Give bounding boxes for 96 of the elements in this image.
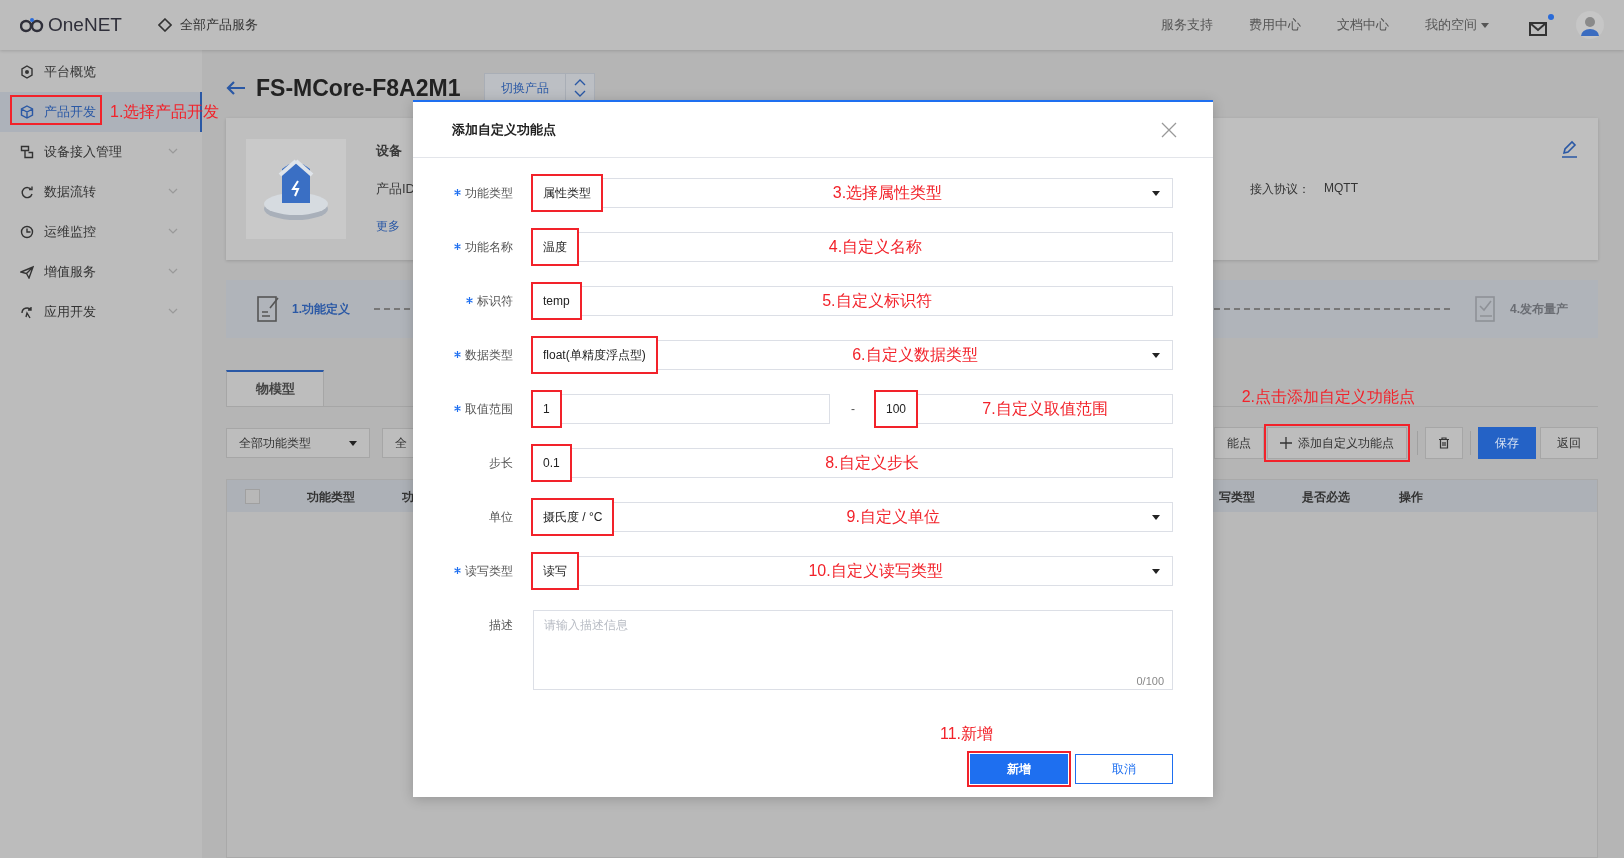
highlighted-value: temp <box>531 282 582 320</box>
filter-dropdown[interactable]: 全部功能类型 <box>226 428 370 458</box>
column-header: 功能类型 <box>307 489 355 506</box>
trash-icon <box>1438 437 1450 449</box>
sidebar-item[interactable]: 设备接入管理 <box>0 132 202 172</box>
required-asterisk-icon <box>454 567 461 574</box>
plus-icon <box>1280 437 1292 449</box>
caret-icon <box>1152 569 1160 574</box>
clock-icon <box>20 225 34 239</box>
annotation-text: 2.点击添加自定义功能点 <box>1241 387 1415 407</box>
highlighted-value: 属性类型 <box>531 174 603 212</box>
step-label: 1.功能定义 <box>292 300 350 318</box>
highlighted-value: 温度 <box>531 228 579 266</box>
annotation-text: 7.自定义取值范围 <box>982 398 1108 419</box>
caret-icon <box>349 440 357 446</box>
field-label: 取值范围 <box>454 402 513 416</box>
rotate-icon <box>20 305 34 319</box>
highlighted-value: float(单精度浮点型) <box>531 336 658 374</box>
close-icon[interactable] <box>1161 121 1177 138</box>
hexagon-icon <box>20 65 34 79</box>
logo[interactable]: OneNET <box>20 14 122 36</box>
annotation-text: 10.自定义读写类型 <box>808 560 943 581</box>
field-label: 单位 <box>489 510 513 524</box>
checkbox[interactable] <box>245 489 260 504</box>
highlighted-value: 1 <box>531 390 562 428</box>
nav-link[interactable]: 费用中心 <box>1249 16 1301 34</box>
tab[interactable]: 物模型 <box>226 370 324 406</box>
required-asterisk-icon <box>466 297 473 304</box>
required-asterisk-icon <box>454 243 461 250</box>
cancel-button[interactable]: 取消 <box>1075 754 1173 784</box>
avatar-icon[interactable] <box>1576 11 1604 39</box>
field-label: 读写类型 <box>454 564 513 578</box>
required-asterisk-icon <box>454 189 461 196</box>
paper-plane-icon <box>20 265 34 279</box>
highlighted-value: 100 <box>874 390 919 428</box>
dialog-title: 添加自定义功能点 <box>452 120 556 139</box>
annotation-text: 4.自定义名称 <box>828 236 923 257</box>
column-header: 功 <box>402 489 414 506</box>
field-label: 数据类型 <box>454 348 513 362</box>
annotation-text: 3.选择属性类型 <box>832 182 943 203</box>
nav-link[interactable]: 文档中心 <box>1337 16 1389 34</box>
protocol-label: 接入协议： <box>1250 180 1310 198</box>
field-label: 功能名称 <box>454 240 513 254</box>
sidebar-item[interactable]: 数据流转 <box>0 172 202 212</box>
caret-icon <box>1152 191 1160 196</box>
field-label: 描述 <box>489 618 513 632</box>
save-button[interactable]: 保存 <box>1478 427 1536 459</box>
confirm-button[interactable]: 新增 <box>970 754 1068 784</box>
sidebar-item[interactable]: 平台概览 <box>0 52 202 92</box>
toolbar-button[interactable]: 能点 <box>1214 427 1264 459</box>
sidebar-item[interactable]: 增值服务 <box>0 252 202 292</box>
range-separator: - <box>850 402 856 416</box>
mail-icon[interactable] <box>1529 14 1554 36</box>
placeholder-text: 请输入描述信息 <box>544 618 628 632</box>
pencil-icon[interactable] <box>1560 140 1578 158</box>
diamond-icon <box>157 18 172 32</box>
nav-link[interactable]: 服务支持 <box>1161 16 1213 34</box>
window-icon <box>20 145 34 159</box>
field-label: 步长 <box>489 456 513 470</box>
column-header: 操作 <box>1399 489 1423 506</box>
annotation-text: 6.自定义数据类型 <box>852 344 978 365</box>
annotation-text: 8.自定义步长 <box>825 452 919 473</box>
annotation-text: 11.新增 <box>939 724 993 744</box>
sidebar-item[interactable]: 应用开发 <box>0 292 202 332</box>
textarea-field[interactable]: 请输入描述信息 0/100 <box>533 610 1173 690</box>
cube-icon <box>20 105 34 119</box>
protocol-value: MQTT <box>1324 180 1358 197</box>
field-label: 标识符 <box>466 294 513 308</box>
back-arrow-icon[interactable] <box>226 81 246 95</box>
back-button[interactable]: 返回 <box>1540 427 1598 459</box>
column-header: 写类型 <box>1219 489 1255 506</box>
highlighted-value: 读写 <box>531 552 579 590</box>
caret-icon <box>1481 22 1489 28</box>
required-asterisk-icon <box>454 405 461 412</box>
product-title: FS-MCore-F8A2M1 <box>256 74 461 102</box>
cycle-icon <box>20 185 34 199</box>
info-heading: 设备 <box>376 142 403 160</box>
annotation-text: 5.自定义标识符 <box>822 290 932 311</box>
delete-button[interactable] <box>1425 427 1463 459</box>
column-header: 是否必选 <box>1302 489 1350 506</box>
nav-link[interactable]: 我的空间 <box>1425 16 1489 34</box>
document-pen-icon <box>256 294 282 324</box>
add-function-button[interactable]: 添加自定义功能点 <box>1267 427 1407 459</box>
annotation-text: 9.自定义单位 <box>846 506 940 527</box>
products-menu[interactable]: 全部产品服务 <box>157 16 258 34</box>
sidebar-item[interactable]: 运维监控 <box>0 212 202 252</box>
field-label: 功能类型 <box>454 186 513 200</box>
char-counter: 0/100 <box>1136 675 1164 687</box>
highlighted-value: 摄氏度 / °C <box>531 498 615 536</box>
step-label: 4.发布量产 <box>1510 300 1568 318</box>
caret-icon <box>1152 353 1160 358</box>
highlighted-value: 0.1 <box>531 444 572 482</box>
switch-product-button[interactable]: 切换产品 <box>484 73 596 103</box>
caret-icon <box>1152 515 1160 520</box>
more-link[interactable]: 更多 <box>376 218 415 235</box>
required-asterisk-icon <box>454 351 461 358</box>
